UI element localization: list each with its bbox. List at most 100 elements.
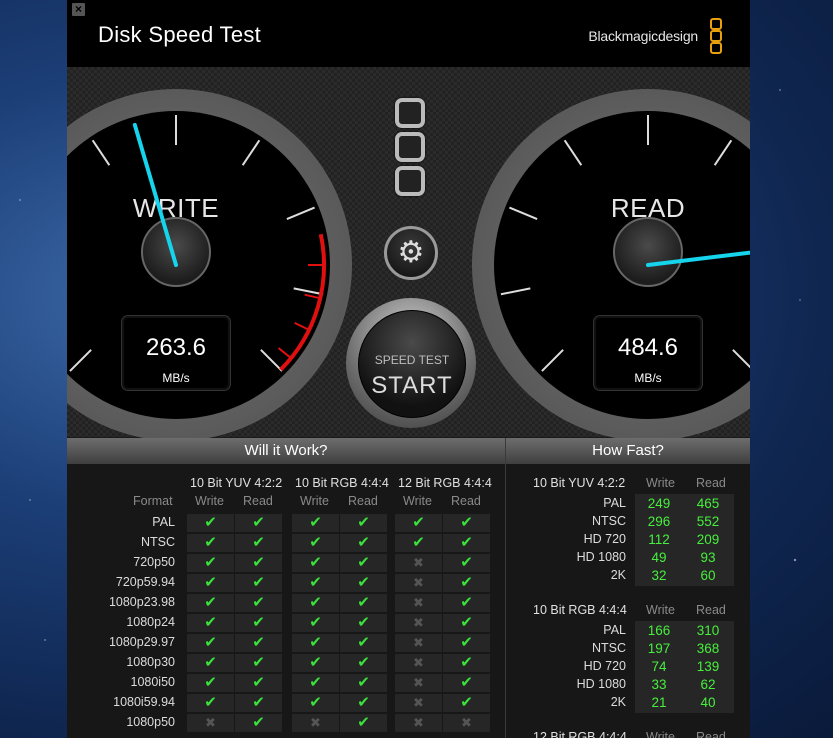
check-icon: ✔	[460, 614, 473, 631]
result-cell: ✔	[235, 534, 282, 552]
check-icon: ✔	[204, 654, 217, 671]
check-icon: ✔	[309, 574, 322, 591]
result-cell: ✖	[395, 714, 442, 732]
close-icon[interactable]: ×	[72, 3, 85, 16]
start-button-subtitle: SPEED TEST	[374, 353, 450, 367]
speed-read-value: 40	[700, 695, 716, 710]
speed-write-header: Write	[646, 603, 675, 617]
result-cell: ✔	[443, 634, 490, 652]
result-cell: ✖	[395, 674, 442, 692]
result-cell: ✔	[235, 554, 282, 572]
speed-read-value: 62	[700, 677, 716, 692]
cross-icon: ✖	[413, 575, 424, 590]
column-header: Write	[300, 494, 329, 508]
check-icon: ✔	[252, 674, 265, 691]
check-icon: ✔	[252, 514, 265, 531]
result-cell: ✖	[292, 714, 339, 732]
result-cell: ✔	[340, 554, 387, 572]
check-icon: ✔	[309, 674, 322, 691]
format-label: 1080p50	[126, 715, 175, 729]
group-header: 10 Bit RGB 4:4:4	[295, 476, 389, 490]
result-cell: ✔	[292, 674, 339, 692]
result-cell: ✔	[292, 554, 339, 572]
result-cell: ✔	[187, 514, 234, 532]
result-cell: ✔	[292, 514, 339, 532]
check-icon: ✔	[204, 514, 217, 531]
check-icon: ✔	[252, 594, 265, 611]
start-speed-test-button[interactable]: SPEED TEST START	[346, 298, 476, 428]
speed-read-header: Read	[696, 603, 726, 617]
format-label: 1080i50	[130, 675, 176, 689]
check-icon: ✔	[204, 694, 217, 711]
check-icon: ✔	[204, 534, 217, 551]
result-cell: ✔	[443, 694, 490, 712]
result-cell: ✖	[395, 614, 442, 632]
speed-read-value: 139	[696, 659, 720, 674]
column-header: Read	[243, 494, 273, 508]
write-gauge-needle	[132, 122, 178, 267]
check-icon: ✔	[309, 534, 322, 551]
speed-read-value: 368	[696, 641, 720, 656]
result-cell: ✔	[443, 574, 490, 592]
check-icon: ✔	[357, 514, 370, 531]
speed-write-value: 166	[647, 623, 671, 638]
check-icon: ✔	[309, 514, 322, 531]
result-cell: ✔	[340, 694, 387, 712]
result-cell: ✖	[395, 634, 442, 652]
cross-icon: ✖	[413, 555, 424, 570]
check-icon: ✔	[309, 594, 322, 611]
check-icon: ✔	[460, 674, 473, 691]
check-icon: ✔	[460, 574, 473, 591]
result-cell: ✔	[235, 694, 282, 712]
speed-read-value: 552	[696, 514, 720, 529]
result-cell: ✔	[443, 674, 490, 692]
result-cell: ✔	[235, 654, 282, 672]
result-cell: ✔	[187, 554, 234, 572]
check-icon: ✔	[204, 634, 217, 651]
check-icon: ✔	[357, 714, 370, 731]
speed-format-label: NTSC	[591, 514, 626, 528]
check-icon: ✔	[309, 634, 322, 651]
cross-icon: ✖	[413, 655, 424, 670]
format-label: 1080p24	[126, 615, 175, 629]
result-cell: ✔	[292, 574, 339, 592]
speed-read-header: Read	[696, 476, 726, 490]
result-cell: ✔	[235, 614, 282, 632]
result-cell: ✔	[235, 674, 282, 692]
column-header: Read	[348, 494, 378, 508]
speed-write-value: 112	[648, 532, 670, 547]
group-header: 12 Bit RGB 4:4:4	[398, 476, 492, 490]
check-icon: ✔	[460, 594, 473, 611]
app-title: Disk Speed Test	[98, 22, 262, 47]
result-cell: ✔	[443, 554, 490, 572]
check-icon: ✔	[357, 554, 370, 571]
format-label: PAL	[152, 515, 175, 529]
check-icon: ✔	[204, 594, 217, 611]
cross-icon: ✖	[205, 715, 216, 730]
how-fast-header: How Fast?	[506, 438, 750, 465]
start-button-label: START	[371, 372, 453, 399]
check-icon: ✔	[252, 554, 265, 571]
read-gauge-needle-layer	[646, 250, 750, 267]
result-cell: ✔	[187, 614, 234, 632]
check-icon: ✔	[309, 614, 322, 631]
check-icon: ✔	[357, 634, 370, 651]
result-cell: ✔	[187, 594, 234, 612]
format-label: 720p50	[133, 555, 175, 569]
write-gauge: WRITE 263.6 MB/s	[67, 89, 352, 441]
format-label: 1080p29.97	[108, 635, 175, 649]
speed-format-label: NTSC	[591, 641, 626, 655]
speed-read-value: 209	[696, 532, 720, 547]
format-label: 1080i59.94	[113, 695, 175, 709]
settings-gear-button[interactable]: ⚙	[384, 226, 438, 280]
speed-read-value: 465	[696, 496, 720, 511]
result-cell: ✖	[395, 694, 442, 712]
cross-icon: ✖	[413, 595, 424, 610]
result-cell: ✔	[292, 614, 339, 632]
result-cell: ✔	[235, 514, 282, 532]
check-icon: ✔	[460, 514, 473, 531]
speed-format-label: HD 1080	[576, 677, 626, 691]
speed-format-label: HD 1080	[576, 550, 626, 564]
speed-write-value: 32	[651, 568, 667, 583]
speed-write-header: Write	[646, 476, 675, 490]
